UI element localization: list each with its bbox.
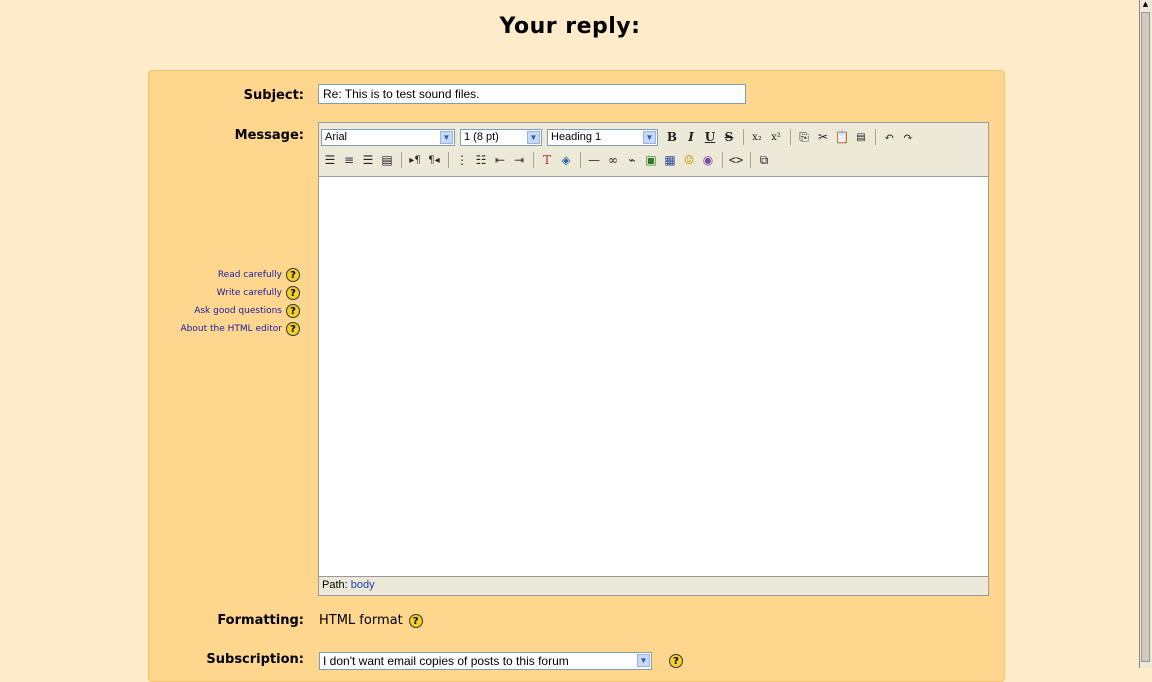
redo-icon[interactable]: ↷: [899, 128, 917, 146]
message-label: Message:: [234, 128, 304, 143]
page-scrollbar[interactable]: ▲: [1139, 0, 1152, 668]
subject-input[interactable]: Re: This is to test sound files.: [318, 84, 746, 104]
toolbar-separator: [750, 152, 751, 168]
paste-word-icon[interactable]: ▤: [852, 128, 870, 146]
toolbar-separator: [875, 129, 876, 145]
copy-icon[interactable]: ⎘: [795, 128, 813, 146]
toolbar-separator: [743, 129, 744, 145]
image-icon[interactable]: ▣: [642, 151, 660, 169]
rtl-icon[interactable]: ¶◂: [425, 151, 443, 169]
size-select[interactable]: 1 (8 pt) ▼: [460, 128, 542, 146]
help-icon[interactable]: ?: [286, 268, 300, 282]
scroll-up-icon[interactable]: ▲: [1141, 0, 1150, 10]
background-color-icon[interactable]: ◈: [557, 151, 575, 169]
underline-icon[interactable]: U: [701, 128, 719, 146]
chevron-down-icon: ▼: [440, 130, 453, 144]
scrollbar-thumb[interactable]: [1141, 12, 1150, 662]
path-label: Path:: [322, 579, 348, 591]
table-icon[interactable]: ▦: [661, 151, 679, 169]
editor-toolbar-row-2: ☰ ≡ ☰ ▤ ▸¶ ¶◂ ⋮ ☷ ⇤ ⇥ T ◈ — ∞ ⌁ ▣ ▦ ☺ ◉ …: [321, 149, 774, 171]
bold-icon[interactable]: B: [663, 128, 681, 146]
chevron-down-icon: ▼: [527, 130, 540, 144]
help-icon[interactable]: ?: [408, 613, 423, 628]
cut-icon[interactable]: ✂: [814, 128, 832, 146]
help-row: About the HTML editor ?: [181, 320, 300, 338]
format-select-value: Heading 1: [551, 131, 602, 143]
help-icon[interactable]: ?: [669, 654, 683, 668]
help-icon[interactable]: ?: [286, 286, 300, 300]
subject-label: Subject:: [243, 88, 304, 103]
html-source-icon[interactable]: <>: [727, 151, 745, 169]
size-select-value: 1 (8 pt): [464, 131, 499, 143]
toolbar-separator: [790, 129, 791, 145]
align-center-icon[interactable]: ≡: [340, 151, 358, 169]
ordered-list-icon[interactable]: ⋮: [453, 151, 471, 169]
toolbar-separator: [401, 152, 402, 168]
horizontal-rule-icon[interactable]: —: [585, 151, 603, 169]
path-body-link[interactable]: body: [351, 579, 375, 591]
strikethrough-icon[interactable]: S: [720, 128, 738, 146]
help-icon[interactable]: ?: [286, 304, 300, 318]
paste-icon[interactable]: 📋: [833, 128, 851, 146]
help-icon[interactable]: ?: [286, 322, 300, 336]
unordered-list-icon[interactable]: ☷: [472, 151, 490, 169]
help-row: Ask good questions ?: [181, 302, 300, 320]
editor-toolbar-row-1: Arial ▼ 1 (8 pt) ▼ Heading 1 ▼ B I U S x…: [321, 126, 918, 148]
italic-icon[interactable]: I: [682, 128, 700, 146]
ltr-icon[interactable]: ▸¶: [406, 151, 424, 169]
formatting-value-row: HTML format ?: [319, 613, 423, 628]
formatting-label: Formatting:: [217, 613, 304, 628]
text-color-icon[interactable]: T: [538, 151, 556, 169]
page-title: Your reply:: [499, 14, 641, 39]
smiley-icon[interactable]: ☺: [680, 151, 698, 169]
undo-icon[interactable]: ↶: [880, 128, 898, 146]
html-editor: Arial ▼ 1 (8 pt) ▼ Heading 1 ▼ B I U S x…: [318, 122, 989, 596]
superscript-icon[interactable]: x²: [767, 128, 785, 146]
subscription-select-value: I don't want email copies of posts to th…: [323, 654, 569, 668]
editor-path-bar: Path: body: [322, 579, 375, 591]
subscription-label: Subscription:: [206, 652, 304, 667]
unlink-icon[interactable]: ⌁: [623, 151, 641, 169]
align-justify-icon[interactable]: ▤: [378, 151, 396, 169]
help-link-html-editor[interactable]: About the HTML editor: [181, 324, 283, 334]
help-link-ask-good-questions[interactable]: Ask good questions: [194, 306, 282, 316]
align-left-icon[interactable]: ☰: [321, 151, 339, 169]
subscription-select[interactable]: I don't want email copies of posts to th…: [319, 652, 652, 670]
toolbar-separator: [722, 152, 723, 168]
help-link-read-carefully[interactable]: Read carefully: [218, 270, 282, 280]
format-select[interactable]: Heading 1 ▼: [547, 128, 658, 146]
chevron-down-icon: ▼: [637, 654, 650, 667]
help-links: Read carefully ? Write carefully ? Ask g…: [181, 266, 300, 338]
font-select[interactable]: Arial ▼: [321, 128, 455, 146]
fullscreen-icon[interactable]: ⧉: [755, 151, 773, 169]
help-link-write-carefully[interactable]: Write carefully: [217, 288, 282, 298]
toolbar-separator: [448, 152, 449, 168]
link-icon[interactable]: ∞: [604, 151, 622, 169]
outdent-icon[interactable]: ⇤: [491, 151, 509, 169]
special-char-icon[interactable]: ◉: [699, 151, 717, 169]
toolbar-separator: [580, 152, 581, 168]
indent-icon[interactable]: ⇥: [510, 151, 528, 169]
align-right-icon[interactable]: ☰: [359, 151, 377, 169]
editor-text-area[interactable]: [319, 176, 988, 577]
toolbar-separator: [533, 152, 534, 168]
help-row: Write carefully ?: [181, 284, 300, 302]
formatting-value: HTML format: [319, 613, 403, 628]
help-row: Read carefully ?: [181, 266, 300, 284]
subscript-icon[interactable]: x₂: [748, 128, 766, 146]
font-select-value: Arial: [325, 131, 348, 143]
chevron-down-icon: ▼: [643, 130, 656, 144]
